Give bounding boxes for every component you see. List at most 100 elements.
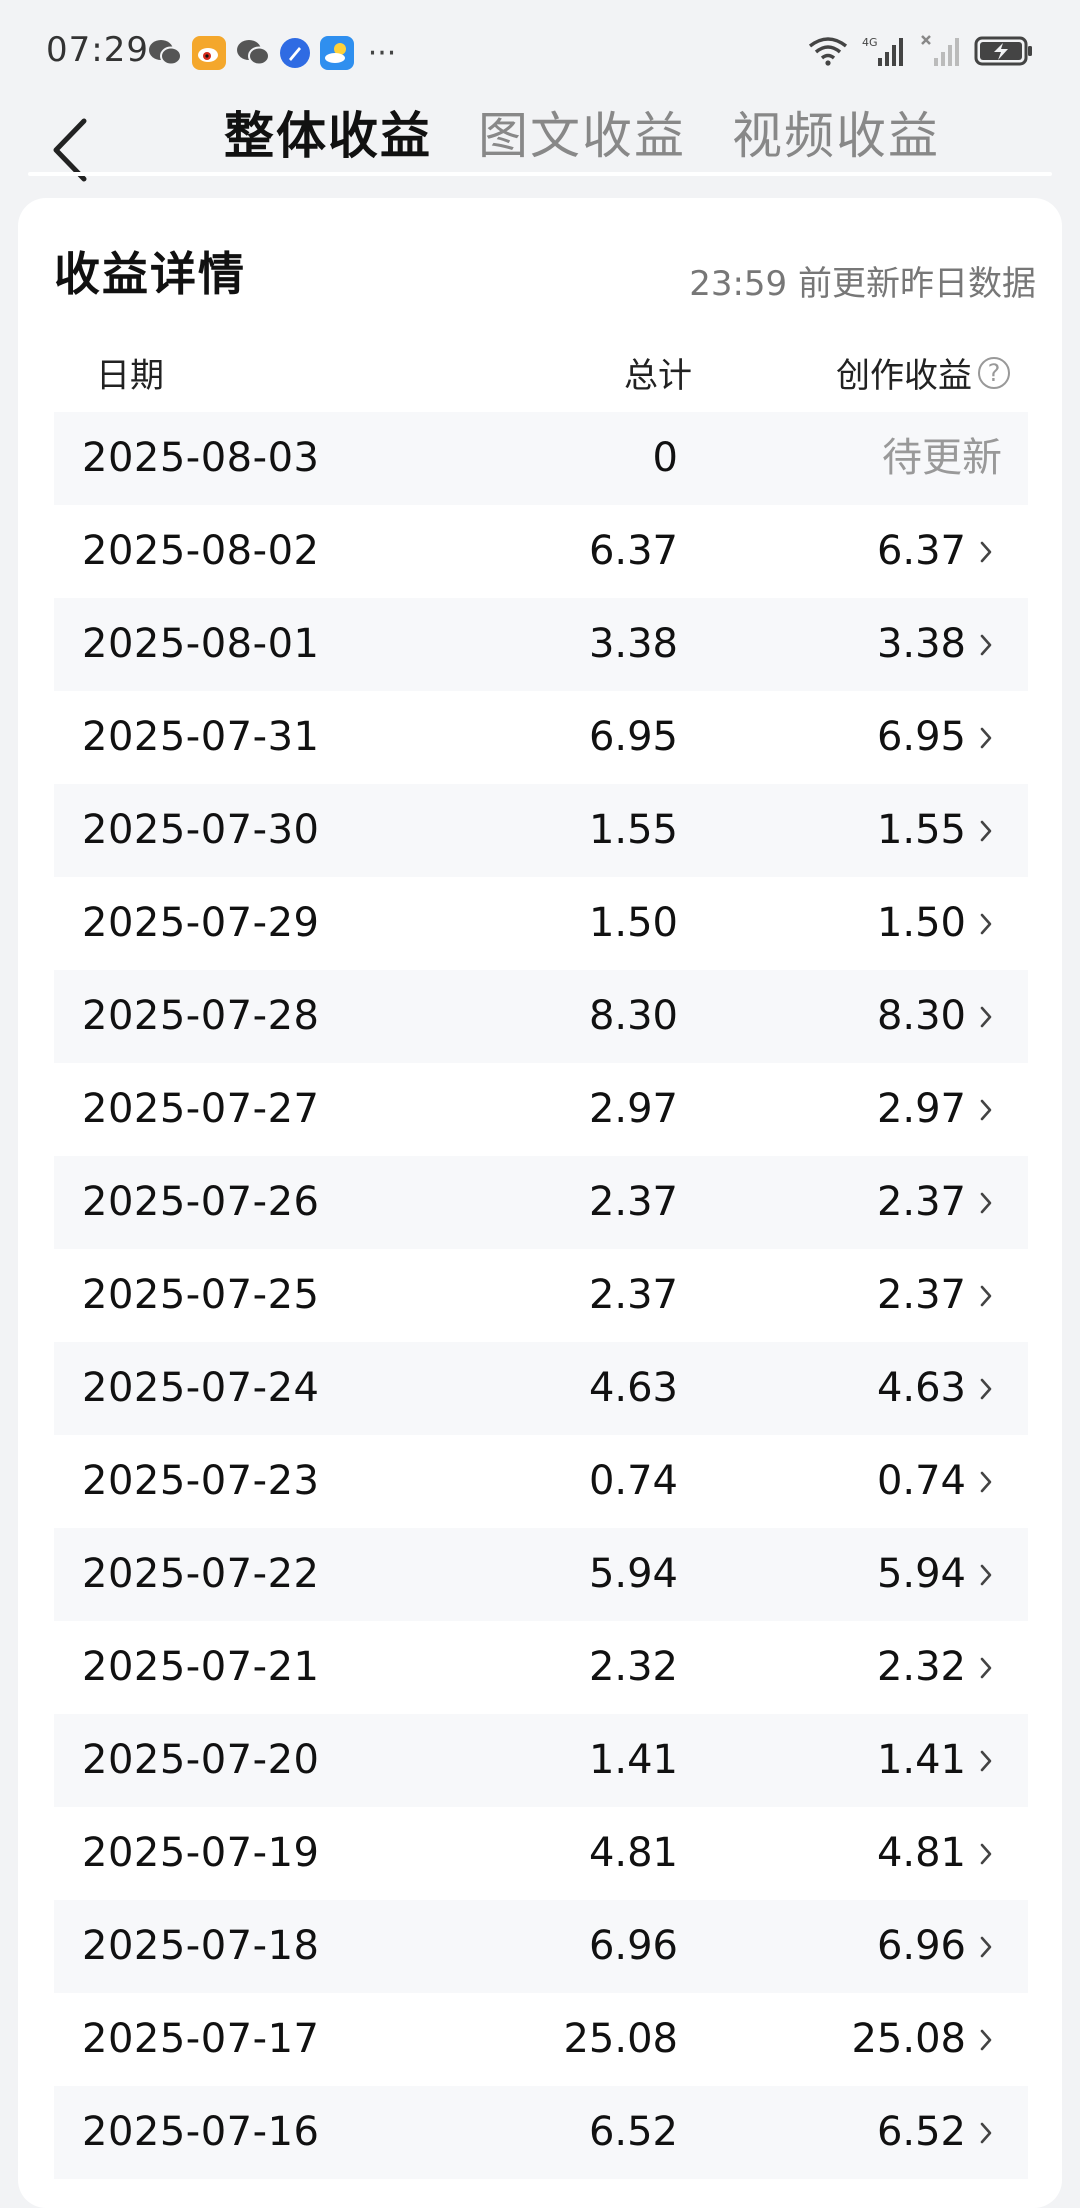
tab-video-earnings[interactable]: 视频收益	[732, 100, 940, 172]
svg-text:4G: 4G	[862, 36, 878, 49]
chevron-right-icon[interactable]	[978, 1934, 994, 1960]
row-date: 2025-07-21	[82, 1644, 320, 1690]
wifi-icon	[808, 36, 848, 70]
top-nav: 整体收益 图文收益 视频收益	[0, 100, 1080, 182]
row-total: 2.37	[588, 1179, 678, 1225]
chevron-right-icon[interactable]	[978, 1097, 994, 1123]
row-total: 6.37	[588, 528, 678, 574]
card-title: 收益详情	[54, 247, 246, 301]
table-row[interactable]: 2025-07-28 8.30 8.30	[54, 970, 1028, 1063]
table-row: 2025-08-03 0 待更新	[54, 412, 1028, 505]
back-button[interactable]	[40, 110, 100, 190]
header-create-label: 创作收益	[836, 356, 972, 396]
tab-article-earnings[interactable]: 图文收益	[478, 100, 686, 172]
chevron-right-icon[interactable]	[978, 1190, 994, 1216]
row-total: 2.37	[588, 1272, 678, 1318]
row-create: 1.50	[876, 900, 966, 946]
tab-overall-earnings[interactable]: 整体收益	[224, 100, 432, 172]
table-row[interactable]: 2025-07-23 0.74 0.74	[54, 1435, 1028, 1528]
table-row[interactable]: 2025-07-25 2.37 2.37	[54, 1249, 1028, 1342]
row-total: 1.50	[588, 900, 678, 946]
row-total: 1.41	[588, 1737, 678, 1783]
table-row[interactable]: 2025-07-18 6.96 6.96	[54, 1900, 1028, 1993]
row-create: 0.74	[876, 1458, 966, 1504]
chevron-right-icon[interactable]	[978, 1655, 994, 1681]
row-date: 2025-07-25	[82, 1272, 320, 1318]
row-total: 8.30	[588, 993, 678, 1039]
chevron-right-icon[interactable]	[978, 1748, 994, 1774]
chevron-right-icon[interactable]	[978, 1469, 994, 1495]
chevron-right-icon[interactable]	[978, 1283, 994, 1309]
weather-icon	[320, 36, 354, 70]
status-time: 07:29	[46, 30, 149, 70]
table-header: 日期 总计 创作收益 ?	[54, 338, 1028, 398]
row-create: 2.97	[876, 1086, 966, 1132]
row-date: 2025-08-01	[82, 621, 320, 667]
row-date: 2025-07-31	[82, 714, 320, 760]
row-create: 1.41	[876, 1737, 966, 1783]
chevron-right-icon[interactable]	[978, 2120, 994, 2146]
row-total: 6.52	[588, 2109, 678, 2155]
table-row[interactable]: 2025-07-17 25.08 25.08	[54, 1993, 1028, 2086]
row-create: 2.37	[876, 1272, 966, 1318]
row-date: 2025-08-03	[82, 435, 320, 481]
notification-icons: ···	[148, 35, 400, 71]
earnings-detail-card: 收益详情 23:59 前更新昨日数据 日期 总计 创作收益 ? 2025-08-…	[18, 198, 1062, 2208]
row-total: 3.38	[588, 621, 678, 667]
browser-icon	[280, 38, 310, 68]
row-date: 2025-07-30	[82, 807, 320, 853]
help-icon[interactable]: ?	[978, 356, 1010, 389]
chevron-right-icon[interactable]	[978, 1004, 994, 1030]
table-row[interactable]: 2025-07-29 1.50 1.50	[54, 877, 1028, 970]
battery-charging-icon	[974, 35, 1034, 71]
signal-no-service-icon	[920, 34, 960, 72]
row-date: 2025-07-24	[82, 1365, 320, 1411]
row-total: 6.95	[588, 714, 678, 760]
table-row[interactable]: 2025-08-02 6.37 6.37	[54, 505, 1028, 598]
chevron-right-icon[interactable]	[978, 1841, 994, 1867]
table-row[interactable]: 2025-07-31 6.95 6.95	[54, 691, 1028, 784]
chevron-right-icon[interactable]	[978, 539, 994, 565]
chevron-right-icon[interactable]	[978, 725, 994, 751]
table-row[interactable]: 2025-07-27 2.97 2.97	[54, 1063, 1028, 1156]
row-total: 6.96	[588, 1923, 678, 1969]
wechat-icon	[236, 36, 270, 70]
table-row[interactable]: 2025-07-20 1.41 1.41	[54, 1714, 1028, 1807]
table-row[interactable]: 2025-08-01 3.38 3.38	[54, 598, 1028, 691]
table-row[interactable]: 2025-07-26 2.37 2.37	[54, 1156, 1028, 1249]
row-create: 4.81	[876, 1830, 966, 1876]
table-row[interactable]: 2025-07-21 2.32 2.32	[54, 1621, 1028, 1714]
row-date: 2025-07-22	[82, 1551, 320, 1597]
row-date: 2025-07-28	[82, 993, 320, 1039]
more-icon: ···	[367, 35, 397, 71]
header-date: 日期	[96, 356, 164, 396]
table-row[interactable]: 2025-07-22 5.94 5.94	[54, 1528, 1028, 1621]
table-row[interactable]: 2025-07-30 1.55 1.55	[54, 784, 1028, 877]
chevron-right-icon[interactable]	[978, 911, 994, 937]
chevron-right-icon[interactable]	[978, 2027, 994, 2053]
row-create: 2.32	[876, 1644, 966, 1690]
chevron-right-icon[interactable]	[978, 1562, 994, 1588]
row-date: 2025-07-20	[82, 1737, 320, 1783]
row-total: 4.63	[588, 1365, 678, 1411]
table-row[interactable]: 2025-07-24 4.63 4.63	[54, 1342, 1028, 1435]
tab-bar: 整体收益 图文收益 视频收益	[224, 100, 940, 172]
nav-divider	[28, 172, 1052, 176]
chevron-right-icon[interactable]	[978, 632, 994, 658]
weibo-icon	[192, 36, 226, 70]
row-create: 1.55	[876, 807, 966, 853]
row-total: 5.94	[588, 1551, 678, 1597]
earnings-table: 2025-08-03 0 待更新 2025-08-02 6.37 6.37 2025-08-…	[54, 412, 1028, 2179]
signal-4g-icon: 4G	[862, 34, 906, 72]
row-total: 0.74	[588, 1458, 678, 1504]
row-create: 4.63	[876, 1365, 966, 1411]
row-date: 2025-08-02	[82, 528, 320, 574]
row-total: 25.08	[563, 2016, 678, 2062]
table-row[interactable]: 2025-07-16 6.52 6.52	[54, 2086, 1028, 2179]
row-create: 6.96	[876, 1923, 966, 1969]
table-row[interactable]: 2025-07-19 4.81 4.81	[54, 1807, 1028, 1900]
chevron-right-icon[interactable]	[978, 1376, 994, 1402]
row-date: 2025-07-23	[82, 1458, 320, 1504]
row-create: 6.37	[876, 528, 966, 574]
chevron-right-icon[interactable]	[978, 818, 994, 844]
